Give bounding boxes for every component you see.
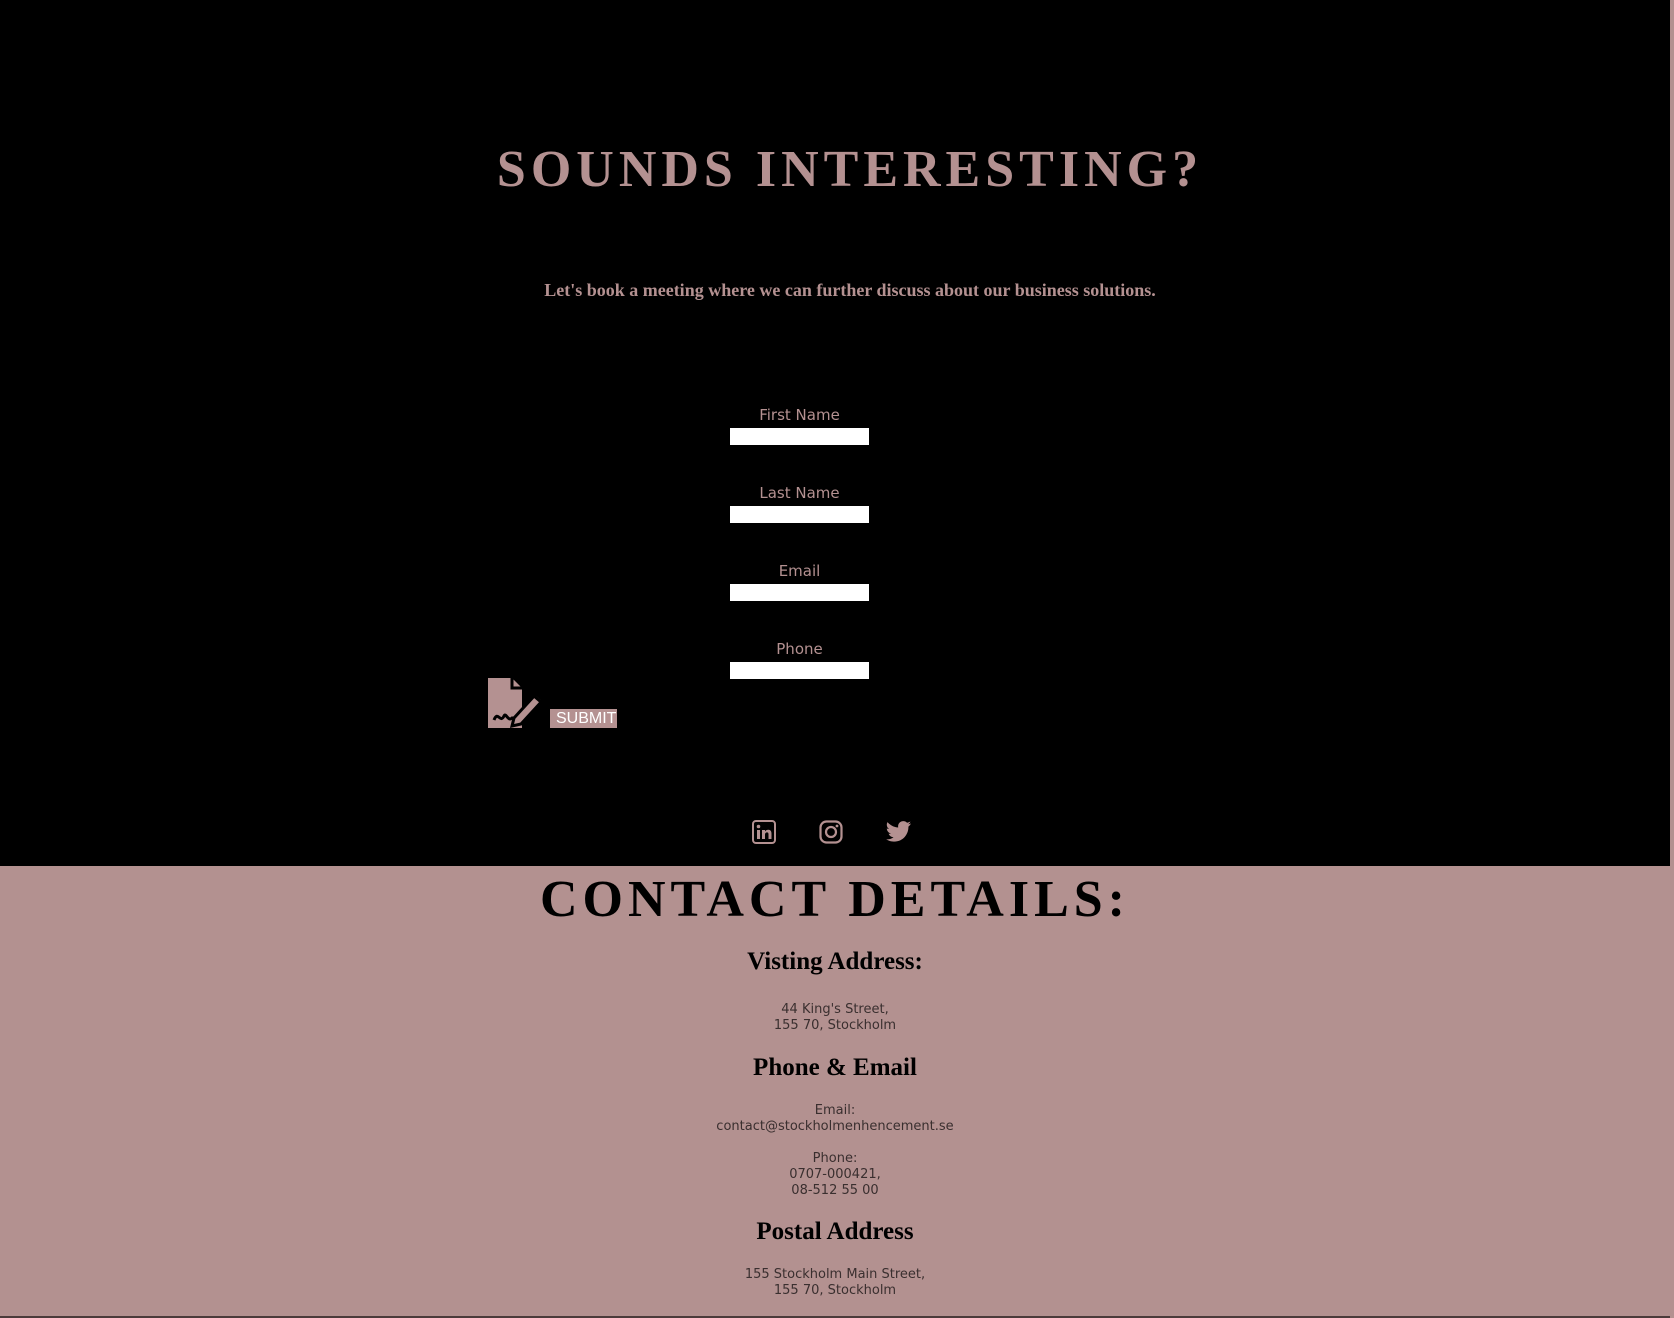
postal-address-heading: Postal Address <box>756 1218 914 1245</box>
social-links <box>752 820 911 844</box>
email-input[interactable] <box>730 584 869 601</box>
email-block: Email: contact@stockholmenhencement.se <box>0 1103 1670 1135</box>
first-name-label: First Name <box>759 406 840 424</box>
hero-title: SOUNDS INTERESTING? <box>496 141 1204 198</box>
last-name-label: Last Name <box>759 484 840 502</box>
twitter-icon[interactable] <box>886 820 911 844</box>
email-label-text: Email: <box>814 1103 856 1118</box>
contact-title: CONTACT DETAILS: <box>540 871 1130 928</box>
phone-field-group: Phone <box>730 640 869 679</box>
postal-address-line-2: 155 70, Stockholm <box>773 1283 897 1298</box>
visiting-address-text: 44 King's Street, 155 70, Stockholm <box>0 1002 1670 1034</box>
phone-email-heading: Phone & Email <box>753 1054 917 1081</box>
linkedin-icon[interactable] <box>752 820 776 844</box>
phone-input[interactable] <box>730 662 869 679</box>
submit-area: SUBMIT <box>488 676 617 730</box>
email-value: contact@stockholmenhencement.se <box>716 1119 954 1134</box>
visiting-address-heading: Visting Address: <box>747 948 923 975</box>
phone-label: Phone <box>776 640 823 658</box>
visiting-address-line-2: 155 70, Stockholm <box>773 1018 897 1033</box>
postal-address-text: 155 Stockholm Main Street, 155 70, Stock… <box>0 1267 1670 1299</box>
phone-block: Phone: 0707-000421, 08-512 55 00 <box>0 1151 1670 1199</box>
booking-section: SOUNDS INTERESTING? Let's book a meeting… <box>0 0 1670 866</box>
contact-details-section: CONTACT DETAILS: Visting Address: 44 Kin… <box>0 866 1670 1318</box>
scrollbar[interactable] <box>1670 0 1674 1318</box>
phone-value-2: 08-512 55 00 <box>791 1183 879 1198</box>
submit-button[interactable]: SUBMIT <box>550 709 617 728</box>
phone-value-1: 0707-000421, <box>789 1167 881 1182</box>
visiting-address-line-1: 44 King's Street, <box>781 1002 889 1017</box>
last-name-input[interactable] <box>730 506 869 523</box>
phone-label-text: Phone: <box>812 1151 858 1166</box>
signature-document-icon <box>488 676 546 730</box>
first-name-input[interactable] <box>730 428 869 445</box>
email-label: Email <box>778 562 821 580</box>
instagram-icon[interactable] <box>819 820 843 844</box>
postal-address-line-1: 155 Stockholm Main Street, <box>744 1267 926 1282</box>
last-name-field-group: Last Name <box>730 484 869 523</box>
first-name-field-group: First Name <box>730 406 869 445</box>
email-field-group: Email <box>730 562 869 601</box>
hero-subtitle: Let's book a meeting where we can furthe… <box>544 280 1156 300</box>
